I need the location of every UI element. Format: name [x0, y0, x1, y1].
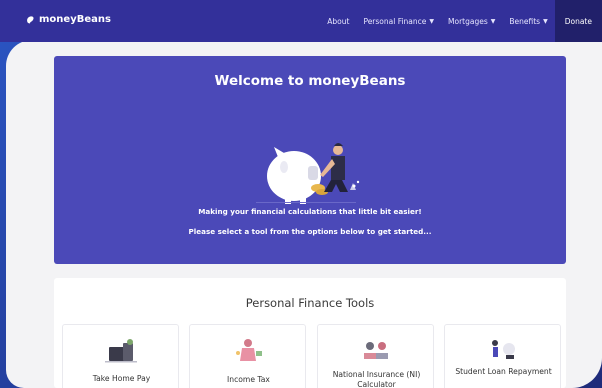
tool-card-income-tax[interactable]: Income Tax — [189, 324, 306, 388]
caret-down-icon: ▼ — [543, 17, 548, 25]
nav-item-personal-finance[interactable]: Personal Finance ▼ — [356, 0, 441, 42]
nav-item-label: Donate — [564, 16, 592, 26]
tool-card-label: Take Home Pay — [92, 374, 151, 383]
nav-item-label: Benefits — [509, 16, 541, 26]
nav-item-label: Mortgages — [448, 16, 488, 26]
section-title: Personal Finance Tools — [245, 296, 375, 310]
nav-item-label: Personal Finance — [363, 16, 427, 26]
bean-logo-icon — [27, 15, 34, 24]
graduate-illustration-icon — [492, 340, 515, 359]
person-money-illustration-icon — [236, 339, 262, 361]
tool-card-label: Student Loan Repayment — [455, 367, 552, 376]
top-navbar: moneyBeans About Personal Finance ▼ Mort… — [0, 0, 602, 42]
tool-card-label: Income Tax — [227, 375, 270, 384]
piggy-bank-illustration-icon — [256, 143, 360, 204]
caret-down-icon: ▼ — [429, 17, 435, 25]
hero-instruction: Please select a tool from the options be… — [188, 227, 432, 236]
hero-title: Welcome to moneyBeans — [214, 73, 406, 89]
tool-card-student-loan[interactable]: Student Loan Repayment — [444, 324, 561, 388]
nav-item-benefits[interactable]: Benefits ▼ — [502, 0, 554, 42]
tool-card-label: National Insurance (NI) Calculator — [332, 370, 421, 388]
nav-item-mortgages[interactable]: Mortgages ▼ — [441, 0, 502, 42]
nav-item-donate[interactable]: Donate — [554, 0, 602, 42]
personal-finance-tools-section: Personal Finance Tools Take Home Pay Inc… — [54, 278, 566, 388]
nav-item-about[interactable]: About — [320, 0, 356, 42]
brand-name: moneyBeans — [39, 14, 111, 25]
tool-card-take-home-pay[interactable]: Take Home Pay — [62, 324, 179, 388]
caret-down-icon: ▼ — [490, 17, 496, 25]
hero-tagline: Making your financial calculations that … — [198, 207, 422, 216]
brand-link[interactable]: moneyBeans — [26, 14, 111, 25]
people-illustration-icon — [364, 342, 388, 359]
page: moneyBeans About Personal Finance ▼ Mort… — [0, 0, 602, 388]
tool-card-national-insurance[interactable]: National Insurance (NI) Calculator — [317, 324, 434, 388]
payslip-illustration-icon — [105, 339, 137, 363]
nav-item-label: About — [327, 16, 350, 26]
nav-menu: About Personal Finance ▼ Mortgages ▼ Ben… — [320, 0, 602, 42]
hero-banner: Welcome to moneyBeans Making your financ… — [54, 56, 566, 264]
